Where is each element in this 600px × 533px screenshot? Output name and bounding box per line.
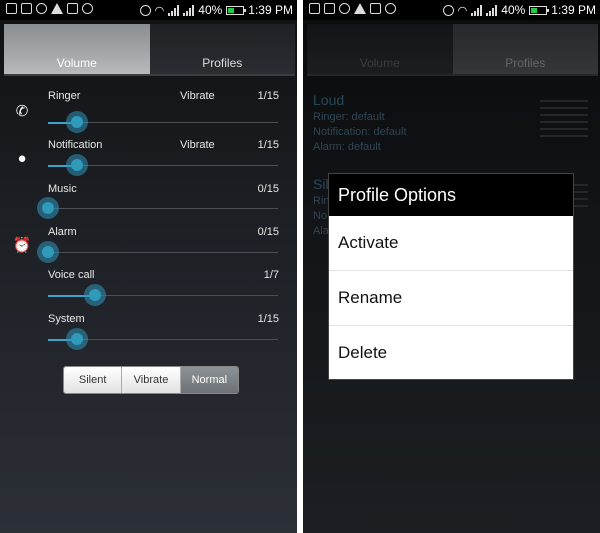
signal-icon-2 bbox=[183, 4, 195, 16]
system-value: 1/15 bbox=[257, 313, 279, 325]
tab-profiles[interactable]: Profiles bbox=[149, 24, 295, 76]
voice-call-slider-thumb[interactable] bbox=[83, 284, 106, 306]
ringer-value: 1/15 bbox=[257, 90, 279, 102]
alarm-status-icon bbox=[442, 4, 454, 16]
sync-icon bbox=[82, 3, 93, 14]
profiles-screen: ◠ 40% 1:39 PM Volume Profiles Loud Ringe… bbox=[303, 0, 600, 533]
alarm-icon: ⏰ bbox=[12, 237, 32, 254]
activate-option[interactable]: Activate bbox=[329, 216, 573, 271]
volume-screen: ◠ 40% 1:39 PM Volume Profiles ✆ ● ⏰ Ring… bbox=[0, 0, 297, 533]
wifi-icon: ◠ bbox=[154, 4, 165, 17]
warning-icon bbox=[51, 3, 63, 14]
voice-call-label: Voice call bbox=[48, 269, 95, 281]
profile-options-dialog: Profile Options Activate Rename Delete bbox=[329, 174, 573, 379]
clock: 1:39 PM bbox=[248, 3, 293, 17]
dialog-title: Profile Options bbox=[329, 174, 573, 216]
usb-icon bbox=[36, 3, 47, 14]
voice-call-slider[interactable] bbox=[48, 284, 278, 306]
ringer-slider-thumb[interactable] bbox=[66, 111, 89, 133]
signal-icon bbox=[471, 4, 483, 16]
image-icon bbox=[21, 3, 32, 14]
system-label: System bbox=[48, 313, 85, 325]
wifi-icon: ◠ bbox=[457, 4, 468, 17]
clock: 1:39 PM bbox=[551, 3, 596, 17]
battery-percent: 40% bbox=[198, 3, 223, 17]
music-label: Music bbox=[48, 183, 77, 195]
status-bar: ◠ 40% 1:39 PM bbox=[0, 0, 297, 20]
message-icon bbox=[6, 3, 17, 14]
notification-slider[interactable] bbox=[48, 154, 278, 176]
battery-icon bbox=[529, 5, 550, 15]
music-slider-thumb[interactable] bbox=[37, 197, 59, 219]
ringer-mode: Vibrate bbox=[180, 90, 215, 102]
alarm-slider-thumb[interactable] bbox=[37, 241, 59, 263]
music-slider[interactable] bbox=[37, 197, 278, 219]
alarm-label: Alarm bbox=[48, 226, 77, 238]
tab-volume[interactable]: Volume bbox=[4, 24, 150, 76]
music-value: 0/15 bbox=[257, 183, 279, 195]
image-icon bbox=[324, 3, 335, 14]
usb-icon bbox=[339, 3, 350, 14]
notification-slider-thumb[interactable] bbox=[66, 154, 89, 176]
system-slider[interactable] bbox=[48, 328, 278, 350]
mode-normal-button[interactable]: Normal bbox=[180, 367, 238, 393]
alarm-value: 0/15 bbox=[257, 226, 279, 238]
sync-icon bbox=[385, 3, 396, 14]
signal-icon bbox=[168, 4, 180, 16]
notification-value: 1/15 bbox=[257, 139, 279, 151]
phone-icon: ✆ bbox=[15, 103, 29, 120]
gallery-icon bbox=[370, 3, 381, 14]
message-icon bbox=[309, 3, 320, 14]
delete-option[interactable]: Delete bbox=[329, 326, 573, 380]
battery-icon bbox=[226, 5, 247, 15]
tab-bar: Volume Profiles bbox=[4, 24, 295, 76]
warning-icon bbox=[354, 3, 366, 14]
ringer-mode-selector: Silent Vibrate Normal bbox=[63, 366, 239, 394]
rename-option[interactable]: Rename bbox=[329, 271, 573, 326]
voice-call-value: 1/7 bbox=[263, 269, 279, 281]
status-bar-right: ◠ 40% 1:39 PM bbox=[303, 0, 600, 20]
mode-silent-button[interactable]: Silent bbox=[64, 367, 123, 393]
notification-mode: Vibrate bbox=[180, 139, 215, 151]
ringer-label: Ringer bbox=[48, 90, 81, 102]
ringer-slider[interactable] bbox=[48, 111, 278, 133]
alarm-slider[interactable] bbox=[37, 241, 278, 263]
notification-label: Notification bbox=[48, 139, 103, 151]
alarm-status-icon bbox=[139, 4, 151, 16]
mode-vibrate-button[interactable]: Vibrate bbox=[122, 367, 181, 393]
notification-icon: ● bbox=[17, 150, 27, 167]
signal-icon-2 bbox=[486, 4, 498, 16]
system-slider-thumb[interactable] bbox=[66, 328, 89, 350]
battery-percent: 40% bbox=[501, 3, 526, 17]
gallery-icon bbox=[67, 3, 78, 14]
